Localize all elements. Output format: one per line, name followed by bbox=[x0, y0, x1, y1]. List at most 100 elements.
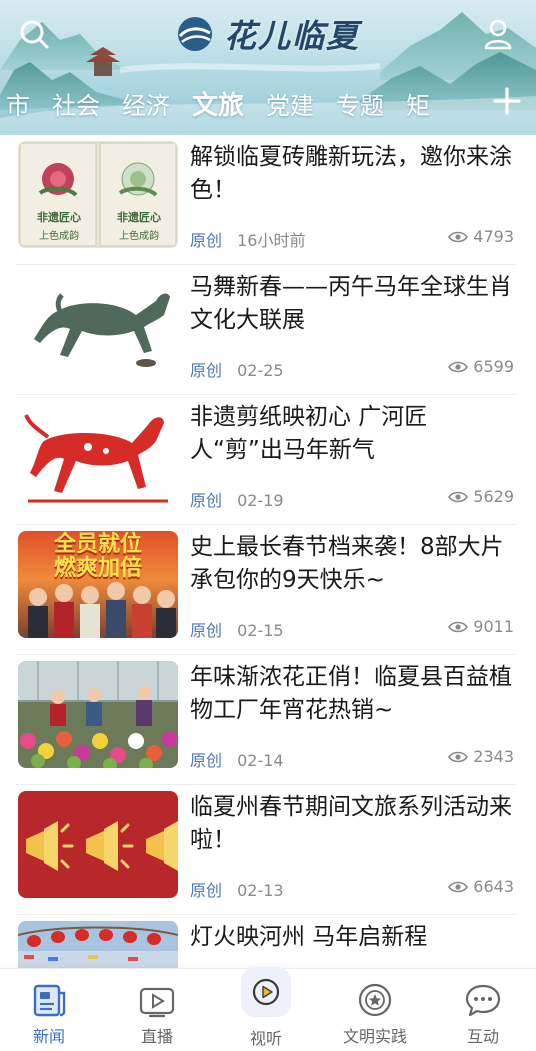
nav-live[interactable]: 直播 bbox=[112, 969, 202, 1051]
article-title[interactable]: 临夏州春节期间文旅系列活动来啦！ bbox=[190, 791, 512, 857]
tab-matrix[interactable]: 矩 bbox=[396, 86, 442, 121]
app-header: 花儿临夏 市 社会 经济 文旅 党建 专题 矩 bbox=[0, 0, 536, 135]
lanterns-street-image bbox=[18, 921, 178, 968]
bottom-navigation: 新闻 直播 视听 文明实践 互动 bbox=[0, 967, 536, 1051]
view-count-value: 4793 bbox=[473, 227, 514, 246]
tab-society[interactable]: 社会 bbox=[42, 86, 112, 121]
search-button[interactable] bbox=[14, 14, 54, 54]
red-paper-cut-horse-image bbox=[24, 414, 168, 503]
article-meta: 原创 02-15 9011 bbox=[190, 617, 516, 641]
list-item[interactable]: 非遗匠心 上色成韵 非遗匠心 上色成韵 解锁临夏砖雕新玩法，邀你来涂色！ 原创 … bbox=[16, 135, 516, 265]
view-count: 4793 bbox=[448, 227, 514, 246]
article-meta: 原创 02-14 2343 bbox=[190, 747, 516, 771]
publish-time: 02-13 bbox=[237, 881, 284, 900]
view-count-value: 2343 bbox=[473, 747, 514, 766]
original-tag: 原创 bbox=[190, 491, 223, 510]
eye-icon bbox=[448, 751, 469, 762]
publish-time: 02-19 bbox=[237, 491, 284, 510]
user-icon bbox=[484, 19, 512, 50]
megaphone-icon bbox=[26, 821, 74, 871]
article-thumbnail: 非遗匠心 上色成韵 非遗匠心 上色成韵 bbox=[18, 141, 178, 248]
article-meta: 原创 16小时前 4793 bbox=[190, 227, 516, 251]
civilization-badge-icon bbox=[358, 983, 392, 1017]
nav-civilization-practice[interactable]: 文明实践 bbox=[330, 969, 420, 1051]
play-video-icon bbox=[252, 978, 280, 1006]
movie-cast-image bbox=[28, 582, 176, 638]
megaphone-icon bbox=[86, 821, 134, 871]
original-tag: 原创 bbox=[190, 621, 223, 640]
article-thumbnail bbox=[18, 661, 178, 768]
view-count: 5629 bbox=[448, 487, 514, 506]
article-title[interactable]: 年味渐浓花正俏！临夏县百益植物工厂年宵花热销~ bbox=[190, 661, 512, 727]
article-title[interactable]: 灯火映河州 马年启新程 bbox=[190, 921, 512, 954]
tab-economy[interactable]: 经济 bbox=[112, 86, 182, 121]
nav-label: 新闻 bbox=[32, 1027, 65, 1046]
view-count-value: 6599 bbox=[473, 357, 514, 376]
list-item[interactable]: 临夏州春节期间文旅系列活动来啦！ 原创 02-13 6643 bbox=[16, 785, 516, 915]
publish-time: 02-15 bbox=[237, 621, 284, 640]
original-tag: 原创 bbox=[190, 361, 223, 380]
app-logo: 花儿临夏 bbox=[174, 12, 360, 56]
tab-city[interactable]: 市 bbox=[0, 86, 42, 121]
greenhouse-flowers-image bbox=[18, 661, 178, 768]
article-title[interactable]: 史上最长春节档来袭！8部大片承包你的9天快乐~ bbox=[190, 531, 512, 597]
tab-culture-tourism[interactable]: 文旅 bbox=[182, 85, 256, 122]
article-thumbnail bbox=[18, 921, 178, 968]
tab-special-topics[interactable]: 专题 bbox=[326, 86, 396, 121]
publish-time: 16小时前 bbox=[237, 231, 306, 250]
view-count-value: 6643 bbox=[473, 877, 514, 896]
nav-label: 互动 bbox=[466, 1027, 499, 1046]
nav-interaction[interactable]: 互动 bbox=[438, 969, 528, 1051]
thumb-caption-left-sub: 上色成韵 bbox=[39, 231, 79, 242]
eye-icon bbox=[448, 621, 469, 632]
list-item[interactable]: 马舞新春——丙午马年全球生肖文化大联展 原创 02-25 6599 bbox=[16, 265, 516, 395]
eye-icon bbox=[448, 361, 469, 372]
view-count: 2343 bbox=[448, 747, 514, 766]
article-title[interactable]: 马舞新春——丙午马年全球生肖文化大联展 bbox=[190, 271, 512, 337]
nav-news[interactable]: 新闻 bbox=[4, 969, 94, 1051]
nav-audio-visual[interactable]: 视听 bbox=[221, 967, 311, 1051]
play-button-bubble bbox=[241, 967, 291, 1017]
article-thumbnail bbox=[18, 791, 178, 898]
list-item[interactable]: 年味渐浓花正俏！临夏县百益植物工厂年宵花热销~ 原创 02-14 2343 bbox=[16, 655, 516, 785]
list-item[interactable]: 非遗剪纸映初心 广河匠人“剪”出马年新气 原创 02-19 5629 bbox=[16, 395, 516, 525]
article-title[interactable]: 非遗剪纸映初心 广河匠人“剪”出马年新气 bbox=[190, 401, 512, 467]
logo-emblem-icon bbox=[178, 17, 212, 51]
nav-label: 文明实践 bbox=[342, 1027, 407, 1046]
live-tv-icon bbox=[139, 987, 175, 1018]
nav-label: 直播 bbox=[140, 1027, 173, 1046]
bronze-galloping-horse-image bbox=[34, 293, 170, 367]
eye-icon bbox=[448, 231, 469, 242]
news-list: 非遗匠心 上色成韵 非遗匠心 上色成韵 解锁临夏砖雕新玩法，邀你来涂色！ 原创 … bbox=[0, 135, 536, 968]
original-tag: 原创 bbox=[190, 881, 223, 900]
original-tag: 原创 bbox=[190, 751, 223, 770]
chat-bubble-icon bbox=[465, 984, 501, 1017]
user-profile-button[interactable] bbox=[478, 14, 518, 54]
list-item[interactable]: 全员就位 燃爽加倍 史上最长春节档来袭！8部大片承包你的9天快乐~ 原创 02-… bbox=[16, 525, 516, 655]
app-name: 花儿临夏 bbox=[224, 17, 361, 55]
channel-tabs: 市 社会 经济 文旅 党建 专题 矩 bbox=[0, 82, 480, 124]
view-count-value: 9011 bbox=[473, 617, 514, 636]
article-title[interactable]: 解锁临夏砖雕新玩法，邀你来涂色！ bbox=[190, 141, 512, 207]
original-tag: 原创 bbox=[190, 231, 223, 250]
view-count: 9011 bbox=[448, 617, 514, 636]
thumb-caption-right: 非遗匠心 bbox=[117, 211, 161, 224]
tab-party-building[interactable]: 党建 bbox=[256, 86, 326, 121]
thumb-caption-left: 非遗匠心 bbox=[37, 211, 81, 224]
search-icon bbox=[20, 20, 49, 49]
article-thumbnail bbox=[18, 401, 178, 508]
article-meta: 原创 02-25 6599 bbox=[190, 357, 516, 381]
view-count-value: 5629 bbox=[473, 487, 514, 506]
add-channel-button[interactable] bbox=[492, 86, 522, 116]
megaphone-announcement-image bbox=[26, 821, 178, 871]
article-thumbnail: 全员就位 燃爽加倍 bbox=[18, 531, 178, 638]
eye-icon bbox=[448, 881, 469, 892]
publish-time: 02-25 bbox=[237, 361, 284, 380]
news-icon bbox=[33, 984, 66, 1017]
thumb-caption-right-sub: 上色成韵 bbox=[119, 231, 159, 242]
publish-time: 02-14 bbox=[237, 751, 284, 770]
list-item[interactable]: 灯火映河州 马年启新程 bbox=[16, 915, 516, 968]
view-count: 6643 bbox=[448, 877, 514, 896]
view-count: 6599 bbox=[448, 357, 514, 376]
nav-label: 视听 bbox=[249, 1029, 282, 1048]
